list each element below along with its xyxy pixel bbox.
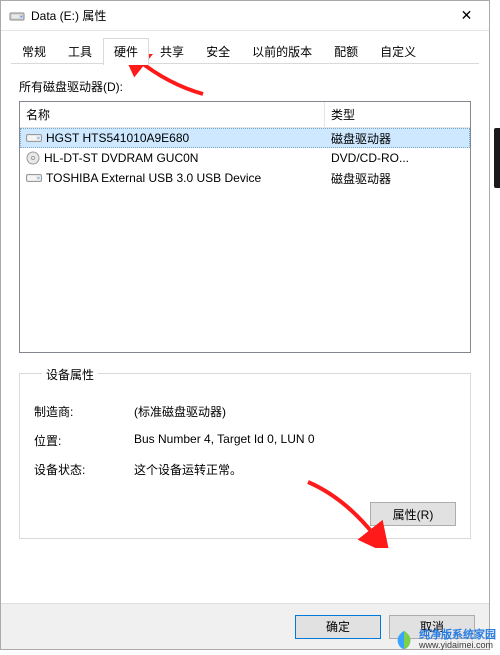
device-row[interactable]: HL-DT-ST DVDRAM GUC0NDVD/CD-RO... xyxy=(20,148,470,168)
device-row[interactable]: TOSHIBA External USB 3.0 USB Device磁盘驱动器 xyxy=(20,168,470,188)
close-button[interactable]: ✕ xyxy=(444,1,489,31)
column-type[interactable]: 类型 xyxy=(325,102,470,127)
hard-drive-icon xyxy=(26,132,42,144)
hard-drive-icon xyxy=(26,172,42,184)
group-legend: 设备属性 xyxy=(42,366,98,383)
location-label: 位置: xyxy=(34,432,134,449)
tab-strip: 常规 工具 硬件 共享 安全 以前的版本 配额 自定义 xyxy=(1,31,489,64)
tab-content: 所有磁盘驱动器(D): 名称 类型 HGST HTS541010A9E680磁盘… xyxy=(1,64,489,603)
tab-hardware[interactable]: 硬件 xyxy=(103,38,149,65)
device-row[interactable]: HGST HTS541010A9E680磁盘驱动器 xyxy=(20,128,470,148)
background-sliver xyxy=(494,128,500,188)
device-row-name: HL-DT-ST DVDRAM GUC0N xyxy=(20,151,325,165)
manufacturer-label: 制造商: xyxy=(34,403,134,420)
column-name[interactable]: 名称 xyxy=(20,102,325,127)
tab-sharing[interactable]: 共享 xyxy=(149,38,195,65)
status-value: 这个设备运转正常。 xyxy=(134,461,456,478)
close-icon: ✕ xyxy=(461,7,473,24)
ok-button[interactable]: 确定 xyxy=(295,615,381,639)
device-row-type: 磁盘驱动器 xyxy=(325,130,470,147)
tab-previous-versions[interactable]: 以前的版本 xyxy=(241,38,323,65)
device-properties-group: 设备属性 制造商: (标准磁盘驱动器) 位置: Bus Number 4, Ta… xyxy=(19,373,471,539)
tab-customize[interactable]: 自定义 xyxy=(369,38,427,65)
titlebar: Data (E:) 属性 ✕ xyxy=(1,1,489,31)
window-title: Data (E:) 属性 xyxy=(31,7,444,24)
status-label: 设备状态: xyxy=(34,461,134,478)
device-row-type: DVD/CD-RO... xyxy=(325,151,470,165)
device-properties-button[interactable]: 属性(R) xyxy=(370,502,456,526)
tab-quota[interactable]: 配额 xyxy=(323,38,369,65)
location-value: Bus Number 4, Target Id 0, LUN 0 xyxy=(134,432,456,449)
cancel-button[interactable]: 取消 xyxy=(389,615,475,639)
device-list[interactable]: 名称 类型 HGST HTS541010A9E680磁盘驱动器HL-DT-ST … xyxy=(19,101,471,353)
tab-general[interactable]: 常规 xyxy=(11,38,57,65)
tab-tools[interactable]: 工具 xyxy=(57,38,103,65)
device-list-label: 所有磁盘驱动器(D): xyxy=(19,78,471,95)
device-row-name: HGST HTS541010A9E680 xyxy=(20,131,325,145)
drive-window-icon xyxy=(9,8,25,24)
device-row-name: TOSHIBA External USB 3.0 USB Device xyxy=(20,171,325,185)
optical-drive-icon xyxy=(26,151,40,165)
device-list-header: 名称 类型 xyxy=(20,102,470,128)
manufacturer-value: (标准磁盘驱动器) xyxy=(134,403,456,420)
device-row-type: 磁盘驱动器 xyxy=(325,170,470,187)
properties-window: Data (E:) 属性 ✕ 常规 工具 硬件 共享 安全 以前的版本 配额 自… xyxy=(0,0,490,650)
tab-security[interactable]: 安全 xyxy=(195,38,241,65)
dialog-button-bar: 确定 取消 xyxy=(1,603,489,649)
